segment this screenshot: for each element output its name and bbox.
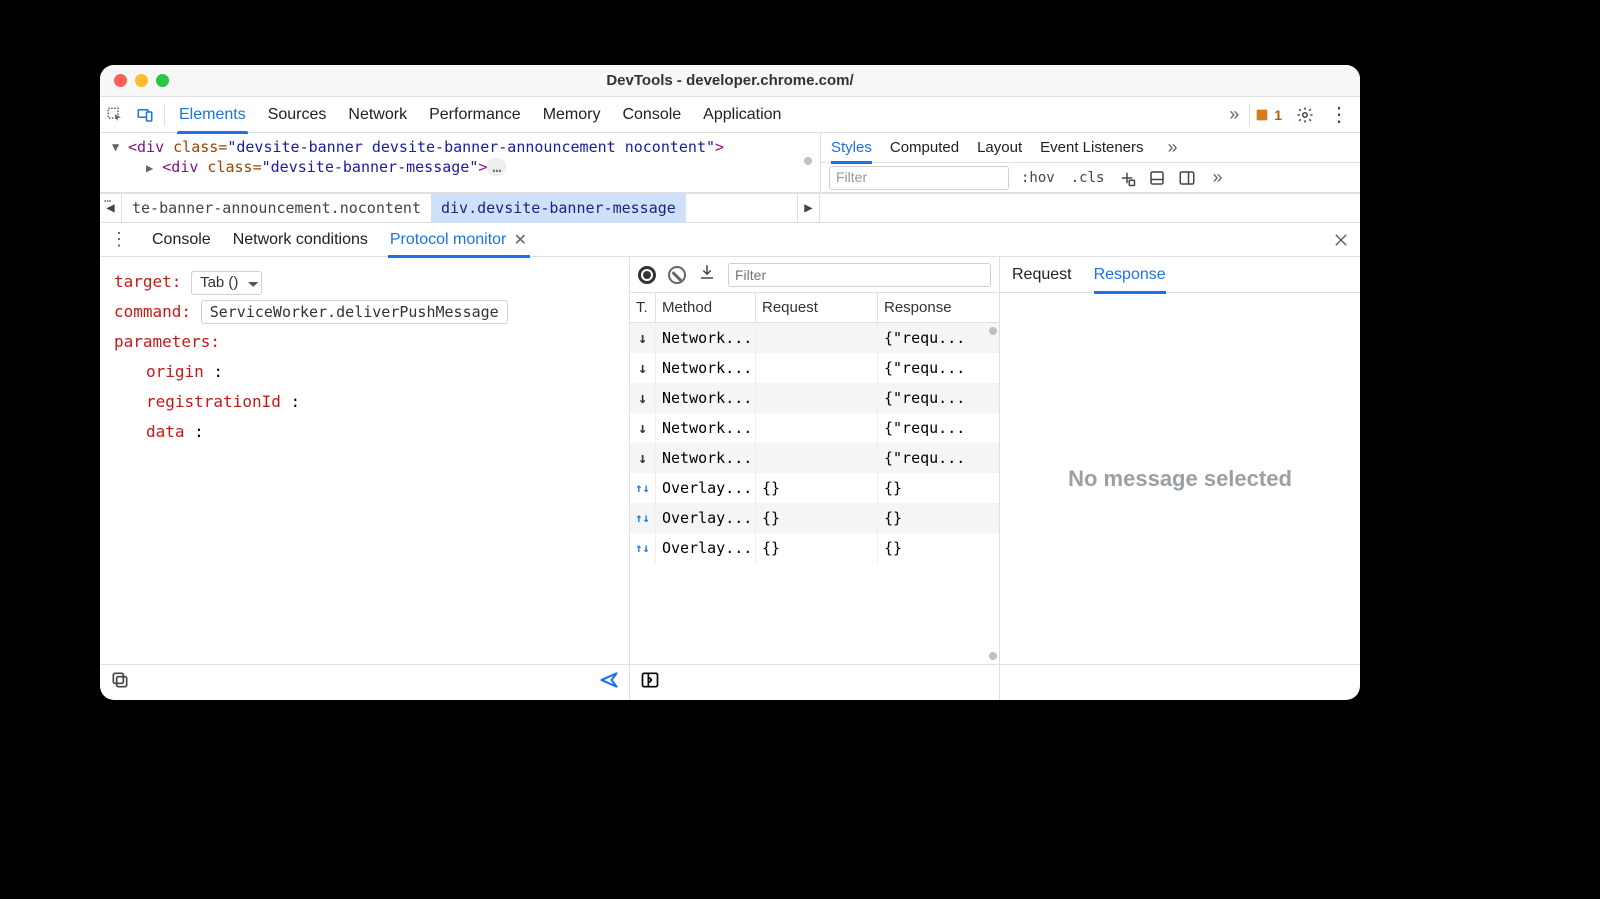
styles-tab-computed[interactable]: Computed [890, 133, 959, 163]
col-response[interactable]: Response [878, 293, 999, 322]
inspect-element-icon[interactable] [100, 97, 130, 133]
panel-tab-elements[interactable]: Elements [179, 97, 246, 133]
window-titlebar: DevTools - developer.chrome.com/ [100, 65, 1360, 97]
breadcrumb-bar: … ◀ te-banner-announcement.nocontentdiv.… [100, 193, 1360, 223]
drawer-tabbar: ⋮ Console Network conditions Protocol moni… [100, 223, 1360, 257]
log-row[interactable]: ↓Network...{"requ... [630, 353, 999, 383]
close-tab-icon[interactable]: ✕ [512, 232, 528, 248]
hov-toggle[interactable]: :hov [1017, 168, 1059, 188]
drawer-tab-console[interactable]: Console [152, 223, 211, 257]
styles-tab-layout[interactable]: Layout [977, 133, 1022, 163]
collapse-arrow-icon[interactable]: ▼ [112, 137, 119, 157]
panel-tab-console[interactable]: Console [622, 97, 681, 133]
col-type[interactable]: T. [630, 293, 656, 322]
parameters-label: parameters: [114, 332, 220, 351]
panel-tab-application[interactable]: Application [703, 97, 781, 133]
breadcrumb-item[interactable]: te-banner-announcement.nocontent [122, 193, 431, 223]
styles-tab-styles[interactable]: Styles [831, 133, 872, 163]
scrollbar-thumb[interactable] [989, 327, 997, 335]
issues-count: 1 [1274, 107, 1282, 123]
col-method[interactable]: Method [656, 293, 756, 322]
issues-badge[interactable]: 1 [1254, 107, 1282, 123]
param-row[interactable]: registrationId : [114, 387, 615, 417]
target-label: target: [114, 272, 181, 291]
dom-tag: <div [128, 138, 164, 156]
inspect-tab-request[interactable]: Request [1012, 257, 1072, 293]
window-zoom-button[interactable] [156, 74, 169, 87]
col-request[interactable]: Request [756, 293, 878, 322]
expand-ellipsis-icon[interactable]: … [487, 158, 506, 176]
log-row[interactable]: ↓Network...{"requ... [630, 413, 999, 443]
toggle-sidebar-icon[interactable] [1176, 167, 1198, 189]
panel-tab-performance[interactable]: Performance [429, 97, 521, 133]
breadcrumb-scroll-right[interactable]: ▶ [797, 193, 819, 223]
window-minimize-button[interactable] [135, 74, 148, 87]
window-title: DevTools - developer.chrome.com/ [100, 72, 1360, 89]
computed-panel-icon[interactable] [1146, 167, 1168, 189]
protocol-log: T. Method Request Response ↓Network...{"… [630, 257, 1000, 700]
new-rule-plus-icon[interactable] [1116, 167, 1138, 189]
main-toolbar: Elements Sources Network Performance Memory C… [100, 97, 1360, 133]
log-row[interactable]: ↑↓Overlay....{}{} [630, 503, 999, 533]
styles-tab-event-listeners[interactable]: Event Listeners [1040, 133, 1143, 163]
breadcrumb-ellipsis: … [104, 193, 111, 205]
command-label: command: [114, 302, 191, 321]
clear-log-icon[interactable] [668, 266, 686, 284]
log-header: T. Method Request Response [630, 293, 999, 323]
elements-panel: ▼ <div class="devsite-banner devsite-ban… [100, 133, 1360, 193]
scrollbar-thumb[interactable] [989, 652, 997, 660]
log-row[interactable]: ↑↓Overlay....{}{} [630, 533, 999, 563]
log-row[interactable]: ↑↓Overlay....{}{} [630, 473, 999, 503]
log-row[interactable]: ↓Network...{"requ... [630, 443, 999, 473]
command-input[interactable]: ServiceWorker.deliverPushMessage [201, 300, 508, 324]
panel-tab-network[interactable]: Network [348, 97, 407, 133]
send-command-icon[interactable] [599, 670, 619, 695]
more-panels-icon[interactable]: » [1223, 104, 1245, 125]
param-row[interactable]: origin : [114, 357, 615, 387]
log-filter-input[interactable] [728, 263, 991, 287]
styles-filter-input[interactable]: Filter [829, 166, 1009, 190]
breadcrumb-item[interactable]: div.devsite-banner-message [431, 193, 686, 223]
device-toolbar-icon[interactable] [130, 97, 160, 133]
drawer-tab-network-conditions[interactable]: Network conditions [233, 223, 368, 257]
param-row[interactable]: data : [114, 417, 615, 447]
panel-tab-memory[interactable]: Memory [543, 97, 601, 133]
more-styles-tabs-icon[interactable]: » [1206, 167, 1228, 188]
drawer-tab-protocol-monitor[interactable]: Protocol monitor✕ [390, 223, 529, 257]
copy-command-icon[interactable] [110, 670, 130, 695]
styles-sidebar: Styles Computed Layout Event Listeners » Fil… [820, 133, 1360, 192]
protocol-command-form: target: Tab () command: ServiceWorker.de… [100, 257, 630, 700]
message-inspector: Request Response No message selected [1000, 257, 1360, 700]
window-close-button[interactable] [114, 74, 127, 87]
download-log-icon[interactable] [698, 263, 716, 286]
log-row[interactable]: ↓Network...{"requ... [630, 323, 999, 353]
panel-tab-sources[interactable]: Sources [268, 97, 327, 133]
cls-toggle[interactable]: .cls [1067, 168, 1109, 188]
dom-tree[interactable]: ▼ <div class="devsite-banner devsite-ban… [100, 133, 820, 192]
inspector-empty-state: No message selected [1000, 293, 1360, 664]
target-select[interactable]: Tab () [191, 271, 262, 295]
record-toggle-icon[interactable] [638, 266, 656, 284]
drawer-close-icon[interactable] [1332, 231, 1350, 254]
settings-gear-icon[interactable] [1294, 104, 1316, 126]
inspect-tab-response[interactable]: Response [1094, 257, 1166, 293]
kebab-menu-icon[interactable]: ⋮ [1328, 104, 1350, 126]
drawer-body: target: Tab () command: ServiceWorker.de… [100, 257, 1360, 700]
drawer-menu-icon[interactable]: ⋮ [110, 229, 128, 250]
devtools-window: DevTools - developer.chrome.com/ Element… [100, 65, 1360, 700]
toggle-left-panel-icon[interactable] [640, 670, 660, 695]
log-row[interactable]: ↓Network...{"requ... [630, 383, 999, 413]
more-styles-tabs-icon[interactable]: » [1162, 137, 1184, 158]
